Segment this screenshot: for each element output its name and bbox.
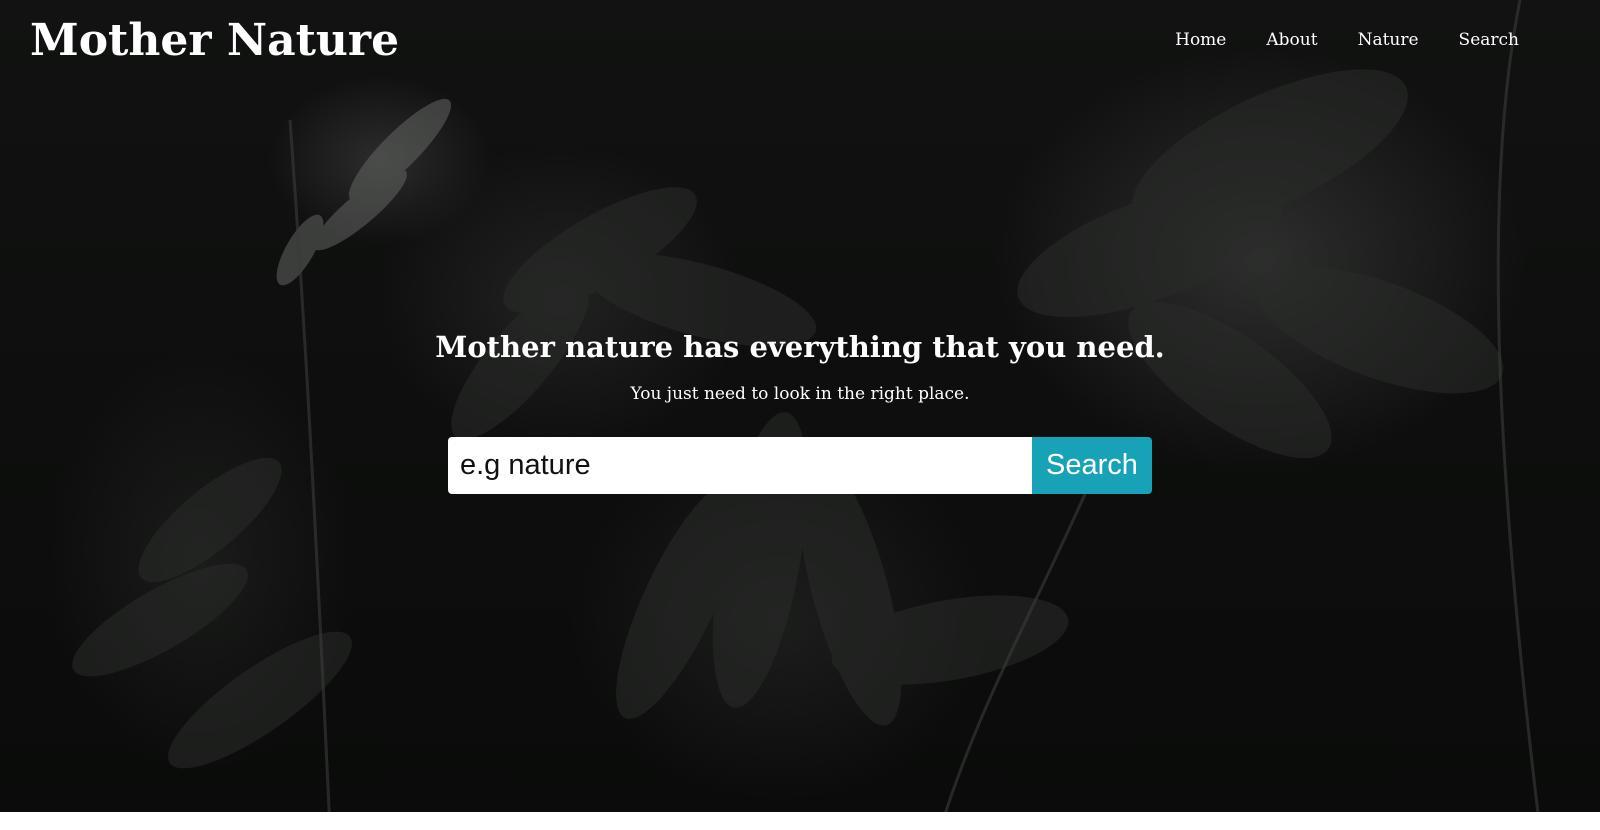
hero-title: Mother nature has everything that you ne… (435, 330, 1165, 364)
nav-search-link[interactable]: Search (1459, 30, 1519, 50)
hero-subtitle: You just need to look in the right place… (630, 384, 970, 404)
foliage-illustration (72, 0, 1542, 830)
page: Mother Nature Home About Nature Search M… (0, 0, 1600, 830)
search-button[interactable]: Search (1032, 437, 1152, 494)
nav-about-link[interactable]: About (1266, 30, 1317, 50)
hero: Mother nature has everything that you ne… (0, 325, 1600, 405)
background-image (0, 0, 1600, 830)
nav-home-link[interactable]: Home (1175, 30, 1226, 50)
nav-nature-link[interactable]: Nature (1358, 30, 1419, 50)
search-input[interactable] (448, 437, 1032, 494)
header: Mother Nature Home About Nature Search (0, 0, 1600, 90)
main-nav: Home About Nature Search (1175, 30, 1519, 50)
search-form: Search (448, 437, 1152, 494)
site-logo[interactable]: Mother Nature (30, 12, 399, 70)
bottom-strip (0, 812, 1600, 830)
